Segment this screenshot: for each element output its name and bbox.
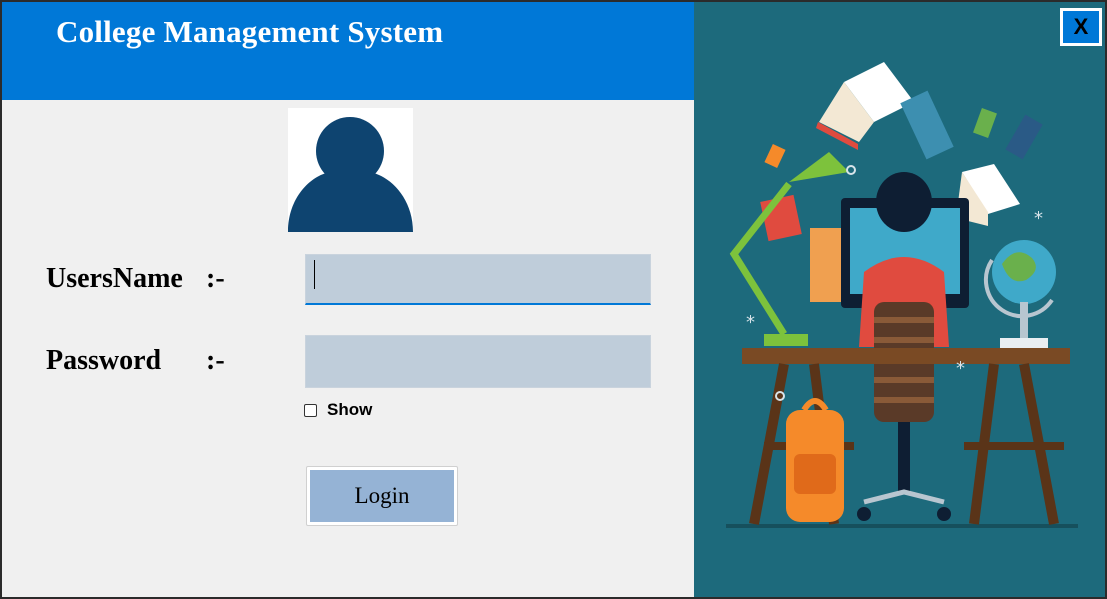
username-separator: :- [206, 263, 225, 294]
close-button[interactable]: X [1060, 8, 1102, 46]
svg-text:*: * [746, 312, 755, 333]
show-password-checkbox[interactable] [304, 403, 317, 417]
password-input[interactable] [305, 335, 651, 388]
title-bar: College Management System [2, 2, 694, 100]
svg-text:*: * [1034, 208, 1043, 229]
login-button[interactable]: Login [306, 466, 458, 526]
app-title: College Management System [56, 14, 444, 49]
show-password-label[interactable]: Show [327, 400, 372, 420]
text-caret [314, 260, 315, 289]
login-button-label[interactable]: Login [310, 470, 454, 522]
password-separator: :- [206, 345, 225, 376]
username-input[interactable] [305, 254, 651, 305]
login-window: College Management System UsersName :- P… [2, 2, 1105, 597]
close-label[interactable]: X [1074, 14, 1089, 40]
password-label: Password [46, 345, 162, 376]
user-avatar-icon [288, 108, 413, 232]
show-password-toggle[interactable]: Show [304, 400, 372, 420]
student-studying-illustration: * * * [694, 2, 1105, 597]
svg-text:*: * [956, 358, 965, 379]
username-label: UsersName [46, 263, 183, 294]
